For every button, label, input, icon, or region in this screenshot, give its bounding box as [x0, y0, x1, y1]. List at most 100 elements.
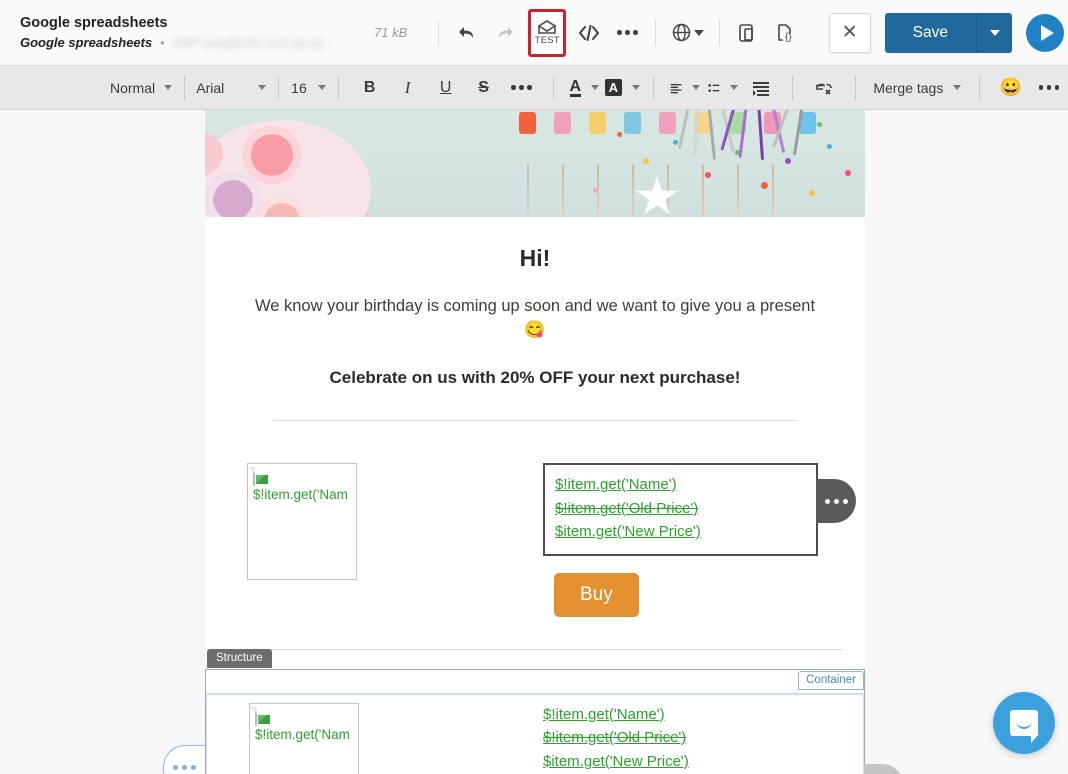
intro-paragraph[interactable]: We know your birthday is coming up soon …: [251, 294, 819, 342]
emoji-icon: 😀: [999, 77, 1023, 97]
duplicate-button[interactable]: [729, 14, 767, 52]
product-old-price-tag: $!item.get('Old Price'): [555, 499, 699, 517]
merge-tag-text-element[interactable]: $!item.get('Name') $!item.get('Old Price…: [541, 703, 689, 774]
chevron-down-icon: [691, 85, 700, 90]
undo-button[interactable]: [448, 14, 486, 52]
bold-button[interactable]: B: [355, 73, 385, 103]
cupcake: [257, 196, 307, 217]
title-separator-dot: •: [160, 35, 165, 50]
close-button[interactable]: ✕: [828, 12, 871, 53]
toolbar-divider: [438, 19, 440, 46]
document-braces-icon: {}: [778, 23, 793, 43]
align-button[interactable]: [670, 73, 700, 103]
product-details: $!item.get('Name') $!item.get('Old Price…: [543, 463, 856, 617]
template-code-button[interactable]: {}: [767, 14, 805, 52]
product-name-tag: $!item.get('Name'): [543, 705, 665, 723]
underline-button[interactable]: U: [431, 73, 461, 103]
chevron-down-icon: [258, 85, 267, 90]
greeting-heading[interactable]: Hi!: [251, 245, 819, 272]
more-horizontal-icon: [824, 498, 848, 504]
save-options-button[interactable]: [976, 12, 1012, 53]
hero-banner-image[interactable]: [205, 110, 865, 217]
merge-tag-text-element[interactable]: $!item.get('Name') $!item.get('Old Price…: [543, 463, 856, 556]
container-label-tab[interactable]: Container: [798, 670, 864, 690]
toolbar-divider: [655, 19, 657, 46]
italic-button[interactable]: I: [393, 73, 423, 103]
strikethrough-button[interactable]: S: [469, 73, 499, 103]
element-options-handle[interactable]: [816, 479, 856, 523]
structure-options-handle[interactable]: [163, 744, 205, 774]
product-new-price-tag: $item.get('New Price'): [555, 523, 701, 540]
page-title: Google spreadsheets: [20, 14, 168, 31]
structure-block[interactable]: Structure Container $!item.get('Nam $!it…: [163, 648, 904, 774]
subject-line-row: Google spreadsheets • AMP amp@info.emi.p…: [20, 35, 360, 51]
chevron-down-icon: [729, 85, 738, 90]
campaign-title-block: Google spreadsheets Google spreadsheets …: [0, 15, 360, 51]
send-test-label: TEST: [534, 34, 560, 46]
offer-suffix: your next purchase!: [573, 368, 741, 387]
container-options-handle[interactable]: [864, 763, 904, 774]
more-text-format-button[interactable]: [507, 73, 537, 103]
intro-text: We know your birthday is coming up soon …: [254, 297, 816, 315]
smile-icon: [1016, 721, 1032, 729]
font-family-select[interactable]: Arial: [196, 79, 267, 96]
envelope-icon: [538, 19, 557, 34]
product-block-2[interactable]: $!item.get('Nam $!item.get('Name') $!ite…: [206, 693, 864, 774]
globe-icon: [673, 23, 691, 42]
remove-link-button[interactable]: [809, 73, 839, 103]
chat-launcher-button[interactable]: [993, 692, 1055, 754]
more-horizontal-icon: [511, 85, 532, 90]
list-button[interactable]: [708, 73, 738, 103]
history-tools: TEST {}: [429, 8, 805, 57]
primary-actions: ✕ Save: [828, 12, 1068, 53]
text-color-button[interactable]: A: [569, 73, 600, 103]
format-divider: [854, 75, 856, 100]
play-icon: [1040, 24, 1054, 41]
cupcake: [205, 172, 261, 217]
broken-image-icon: [255, 706, 257, 726]
toolbar-divider: [719, 19, 721, 46]
more-options-button[interactable]: [608, 14, 646, 52]
top-toolbar: Google spreadsheets Google spreadsheets …: [0, 0, 1068, 66]
indent-button[interactable]: [746, 73, 776, 103]
product-block[interactable]: $!item.get('Nam $!item.get('Name') $!ite…: [205, 421, 865, 617]
paragraph-style-select[interactable]: Normal: [110, 80, 172, 96]
send-test-button[interactable]: TEST: [528, 8, 567, 57]
save-button[interactable]: Save: [884, 12, 976, 53]
svg-text:{}: {}: [785, 32, 792, 43]
product-image-alt-text: $!item.get('Nam: [253, 487, 348, 502]
chevron-down-icon: [317, 85, 326, 90]
offer-paragraph[interactable]: Celebrate on us with 20% OFF your next p…: [251, 368, 819, 388]
file-size-label: 71 kB: [374, 25, 408, 40]
format-divider: [278, 75, 280, 100]
redo-button[interactable]: [486, 14, 524, 52]
duplicate-icon: [739, 23, 754, 42]
font-size-select[interactable]: 16: [291, 80, 326, 96]
html-code-button[interactable]: [570, 14, 608, 52]
emoji-button[interactable]: 😀: [996, 73, 1026, 103]
format-divider: [653, 75, 654, 100]
save-button-group: Save: [884, 12, 1012, 53]
language-button[interactable]: [665, 14, 710, 52]
merge-tags-select[interactable]: Merge tags: [873, 80, 962, 96]
offer-prefix: Celebrate on us with 20%: [329, 368, 540, 387]
more-format-button[interactable]: [1034, 73, 1064, 103]
editor-canvas: Hi! We know your birthday is coming up s…: [0, 110, 1068, 774]
product-image-alt-text: $!item.get('Nam: [255, 726, 350, 742]
product-image-placeholder[interactable]: $!item.get('Nam: [249, 702, 359, 774]
format-divider: [552, 75, 554, 100]
highlight-color-button[interactable]: A: [604, 73, 640, 103]
bulleted-list-icon: [708, 83, 720, 92]
buy-button[interactable]: Buy: [554, 572, 639, 617]
email-body: Hi! We know your birthday is coming up s…: [163, 110, 904, 774]
font-family-value: Arial: [196, 79, 225, 96]
format-divider: [183, 75, 185, 100]
more-horizontal-icon: [1038, 85, 1060, 90]
structure-label-tab[interactable]: Structure: [207, 648, 272, 668]
text-color-icon: A: [569, 77, 582, 97]
more-horizontal-icon: [173, 765, 196, 770]
undo-arrow-icon: [459, 26, 474, 38]
product-image-placeholder[interactable]: $!item.get('Nam: [247, 463, 357, 580]
align-left-icon: [670, 83, 682, 93]
preview-play-button[interactable]: [1026, 13, 1064, 52]
